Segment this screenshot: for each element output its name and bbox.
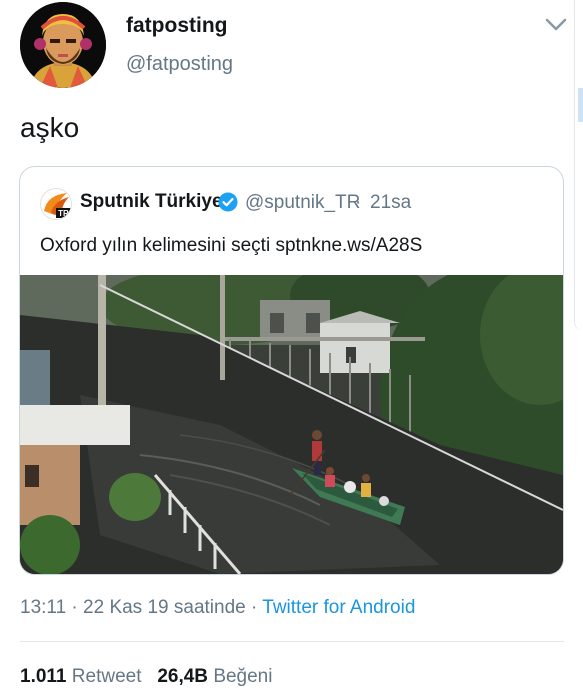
quoted-separator: · [355, 192, 362, 213]
retweet-count: 1.011 [20, 666, 67, 687]
like-label: Beğeni [213, 666, 273, 687]
tweet-source-link[interactable]: Twitter for Android [262, 597, 415, 618]
meta-separator-1: · [71, 597, 78, 618]
avatar[interactable] [20, 2, 106, 88]
quoted-tweet-card[interactable]: TR Sputnik Türkiye @sputnik_TR · 21sa Ox… [19, 166, 564, 575]
avatar-illustration-icon [20, 2, 106, 88]
tweet-time[interactable]: 13:11 [20, 597, 66, 618]
tweet-text: aşko [20, 112, 80, 143]
quoted-display-name[interactable]: Sputnik Türkiye [80, 191, 223, 213]
verified-badge-icon [218, 192, 238, 212]
sputnik-logo-icon: TR [41, 189, 71, 219]
scrollbar-thumb[interactable] [578, 88, 583, 122]
author-handle[interactable]: @fatposting [126, 53, 233, 76]
scrollbar[interactable] [574, 0, 583, 330]
likes-stat[interactable]: 26,4B Beğeni [157, 666, 272, 687]
tweet-meta: 13:11 · 22 Kas 19 saatinde · Twitter for… [20, 597, 415, 619]
chevron-down-icon[interactable] [543, 14, 569, 34]
meta-separator-2: · [251, 597, 258, 618]
author-display-name[interactable]: fatposting [126, 14, 227, 38]
like-count: 26,4B [157, 666, 209, 687]
quoted-media-photo[interactable] [20, 275, 563, 574]
tweet-date[interactable]: 22 Kas 19 saatinde [83, 597, 246, 618]
divider [20, 641, 564, 642]
retweet-label: Retweet [71, 666, 142, 687]
svg-text:TR: TR [58, 209, 69, 218]
tweet-stats: 1.011 Retweet 26,4B Beğeni [20, 666, 272, 688]
quoted-handle[interactable]: @sputnik_TR [245, 192, 360, 214]
retweets-stat[interactable]: 1.011 Retweet [20, 666, 141, 687]
quoted-timestamp[interactable]: 21sa [370, 192, 411, 214]
quoted-text: Oxford yılın kelimesini seçti sptnkne.ws… [40, 235, 423, 256]
quoted-avatar[interactable]: TR [40, 188, 72, 220]
